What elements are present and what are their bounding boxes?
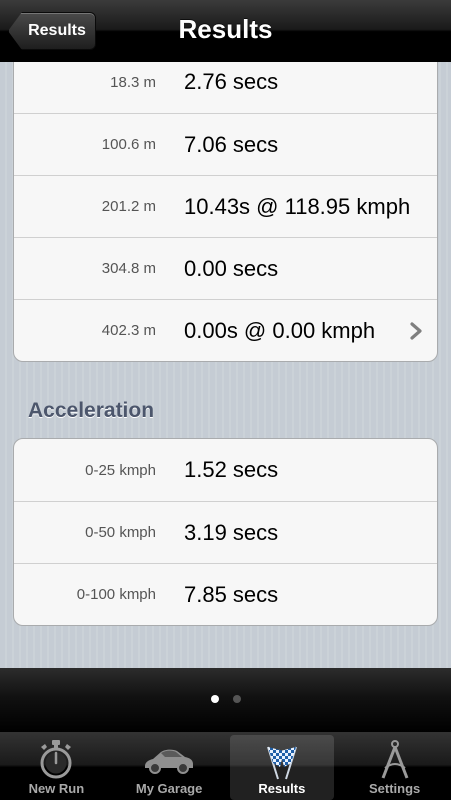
tab-label: Results (258, 781, 306, 796)
navigation-bar: Results Results (0, 0, 451, 62)
tab-label: New Run (28, 781, 85, 796)
checkered-flags-icon (266, 746, 297, 780)
page-indicator-bar (0, 668, 451, 732)
acceleration-row-0-50: 0-50 kmph 3.19 secs (14, 501, 437, 563)
result-row-100m: 100.6 m 7.06 secs (14, 113, 437, 175)
time-value: 7.06 secs (184, 131, 279, 157)
distance-label: 402.3 m (101, 322, 156, 339)
tab-my-garage[interactable]: My Garage (113, 732, 226, 800)
stopwatch-icon (40, 740, 72, 779)
tab-bar: New Run My Garage Results Settings (0, 732, 451, 800)
distance-results-group: 18.3 m 2.76 secs 100.6 m 7.06 secs 201.2… (13, 62, 438, 362)
tab-results[interactable]: Results (229, 735, 335, 800)
tab-settings[interactable]: Settings (338, 732, 451, 800)
distance-label: 304.8 m (101, 260, 156, 277)
time-value: 2.76 secs (184, 69, 279, 94)
page-control[interactable] (0, 695, 451, 703)
results-scroll-view[interactable]: 18.3 m 2.76 secs 100.6 m 7.06 secs 201.2… (0, 62, 451, 668)
acceleration-section-header: Acceleration (28, 399, 155, 422)
time-value: 3.19 secs (184, 519, 279, 545)
result-row-18m: 18.3 m 2.76 secs (14, 62, 437, 113)
tab-label: Settings (368, 781, 421, 796)
result-row-304m: 304.8 m 0.00 secs (14, 237, 437, 299)
page-dot-1[interactable] (210, 695, 219, 703)
distance-label: 201.2 m (101, 198, 156, 215)
result-row-201m: 201.2 m 10.43s @ 118.95 kmph (14, 175, 437, 237)
car-icon (145, 749, 194, 774)
time-value: 7.85 secs (184, 581, 279, 607)
compass-icon (381, 740, 409, 779)
tab-label: My Garage (135, 781, 203, 796)
chevron-right-icon (410, 321, 422, 340)
speed-range-label: 0-100 kmph (76, 586, 156, 603)
speed-range-label: 0-25 kmph (85, 461, 156, 479)
acceleration-group: 0-25 kmph 1.52 secs 0-50 kmph 3.19 secs … (13, 438, 438, 626)
time-value: 0.00s @ 0.00 kmph (184, 317, 376, 343)
distance-label: 18.3 m (110, 73, 156, 91)
acceleration-row-0-25: 0-25 kmph 1.52 secs (14, 439, 437, 501)
result-row-402m[interactable]: 402.3 m 0.00s @ 0.00 kmph (14, 299, 437, 361)
time-value: 10.43s @ 118.95 kmph (184, 193, 411, 219)
distance-label: 100.6 m (101, 136, 156, 153)
acceleration-row-0-100: 0-100 kmph 7.85 secs (14, 563, 437, 625)
speed-range-label: 0-50 kmph (85, 524, 156, 541)
time-value: 1.52 secs (184, 457, 279, 482)
page-dot-2[interactable] (232, 695, 241, 703)
time-value: 0.00 secs (184, 255, 279, 281)
page-title: Results (178, 14, 273, 44)
tab-new-run[interactable]: New Run (0, 732, 113, 800)
